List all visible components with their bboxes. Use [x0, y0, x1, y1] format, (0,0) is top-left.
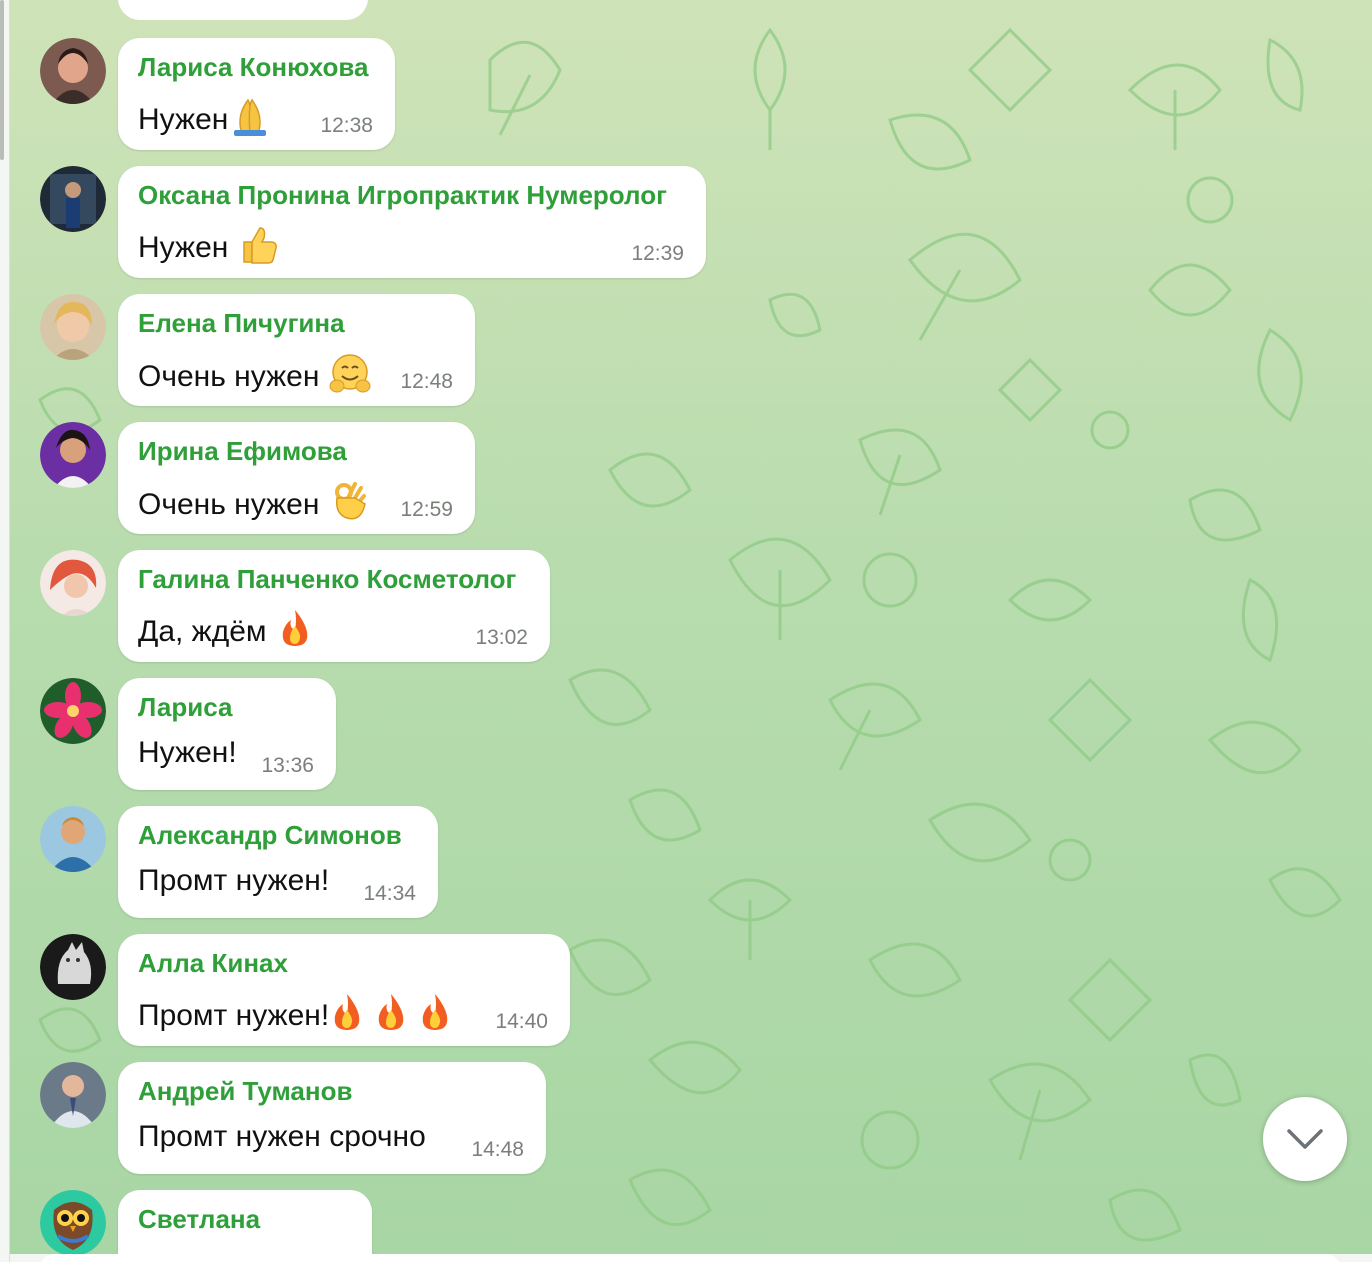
sender-name[interactable]: Ирина Ефимова: [138, 436, 347, 467]
message-bubble[interactable]: Ирина Ефимова Очень нужен 12:59: [118, 422, 475, 534]
message-time: 14:40: [495, 1010, 548, 1033]
avatar[interactable]: [40, 678, 106, 744]
message-text: Промт нужен срочно: [138, 1120, 426, 1153]
message-bubble[interactable]: Лариса Конюхова Нужен 12:38: [118, 38, 395, 150]
message-bubble[interactable]: Александр Симонов Промт нужен! 14:34: [118, 806, 438, 918]
avatar[interactable]: [40, 934, 106, 1000]
avatar[interactable]: [40, 38, 106, 104]
avatar[interactable]: [40, 422, 106, 488]
chat-area: Лариса Конюхова Нужен 12:38 Оксана Прони…: [0, 0, 1372, 1262]
message-bubble[interactable]: Елена Пичугина Очень нужен 12:48: [118, 294, 475, 406]
message-text: Очень нужен: [138, 360, 320, 393]
thumbs-up-emoji: [238, 224, 278, 272]
sender-name[interactable]: Лариса Конюхова: [138, 52, 368, 83]
message-time: 13:02: [475, 626, 528, 649]
sender-name[interactable]: Оксана Пронина Игропрактик Нумеролог: [138, 180, 667, 211]
fire-emoji: [417, 992, 453, 1040]
message-text: Нужен: [138, 103, 229, 136]
avatar[interactable]: [40, 166, 106, 232]
ok-hand-emoji: [331, 480, 367, 530]
message-input-edge[interactable]: [40, 1254, 1340, 1262]
message-text: Промт нужен!: [138, 864, 330, 897]
fire-emoji: [373, 992, 409, 1040]
pray-emoji: [228, 96, 272, 144]
fire-emoji: [277, 608, 313, 656]
message-text: Нужен!: [138, 736, 237, 769]
sender-name[interactable]: Галина Панченко Косметолог: [138, 564, 516, 595]
hugging-face-emoji: [329, 352, 371, 402]
message-time: 12:38: [320, 114, 373, 137]
avatar[interactable]: [40, 1190, 106, 1256]
left-panel-edge: [0, 0, 10, 1262]
avatar[interactable]: [40, 294, 106, 360]
scroll-to-bottom-button[interactable]: [1263, 1097, 1347, 1181]
avatar[interactable]: [40, 1062, 106, 1128]
message-time: 13:36: [261, 754, 314, 777]
message-time: 14:48: [471, 1138, 524, 1161]
message-time: 12:59: [400, 498, 453, 521]
sender-name[interactable]: Андрей Туманов: [138, 1076, 352, 1107]
message-text: Нужен: [138, 231, 229, 264]
message-text: Очень нужен: [138, 488, 320, 521]
sender-name[interactable]: Александр Симонов: [138, 820, 402, 851]
chevron-down-icon: [1287, 1129, 1323, 1149]
message-bubble[interactable]: Светлана: [118, 1190, 372, 1262]
scrollbar-thumb[interactable]: [0, 0, 4, 160]
message-time: 12:48: [400, 370, 453, 393]
message-bubble[interactable]: Галина Панченко Косметолог Да, ждём 13:0…: [118, 550, 550, 662]
message-time: 12:39: [631, 242, 684, 265]
message-time: 14:34: [363, 882, 416, 905]
previous-message-bubble-edge: [118, 0, 368, 20]
sender-name[interactable]: Лариса: [138, 692, 232, 723]
sender-name[interactable]: Елена Пичугина: [138, 308, 345, 339]
fire-emoji: [329, 992, 365, 1040]
message-bubble[interactable]: Оксана Пронина Игропрактик Нумеролог Нуж…: [118, 166, 706, 278]
message-bubble[interactable]: Андрей Туманов Промт нужен срочно 14:48: [118, 1062, 546, 1174]
message-bubble[interactable]: Алла Кинах Промт нужен! 14:40: [118, 934, 570, 1046]
sender-name[interactable]: Алла Кинах: [138, 948, 288, 979]
message-bubble[interactable]: Лариса Нужен! 13:36: [118, 678, 336, 790]
message-text: Промт нужен!: [138, 999, 330, 1032]
sender-name[interactable]: Светлана: [138, 1204, 260, 1235]
avatar[interactable]: [40, 550, 106, 616]
avatar[interactable]: [40, 806, 106, 872]
message-text: Да, ждём: [138, 615, 267, 648]
